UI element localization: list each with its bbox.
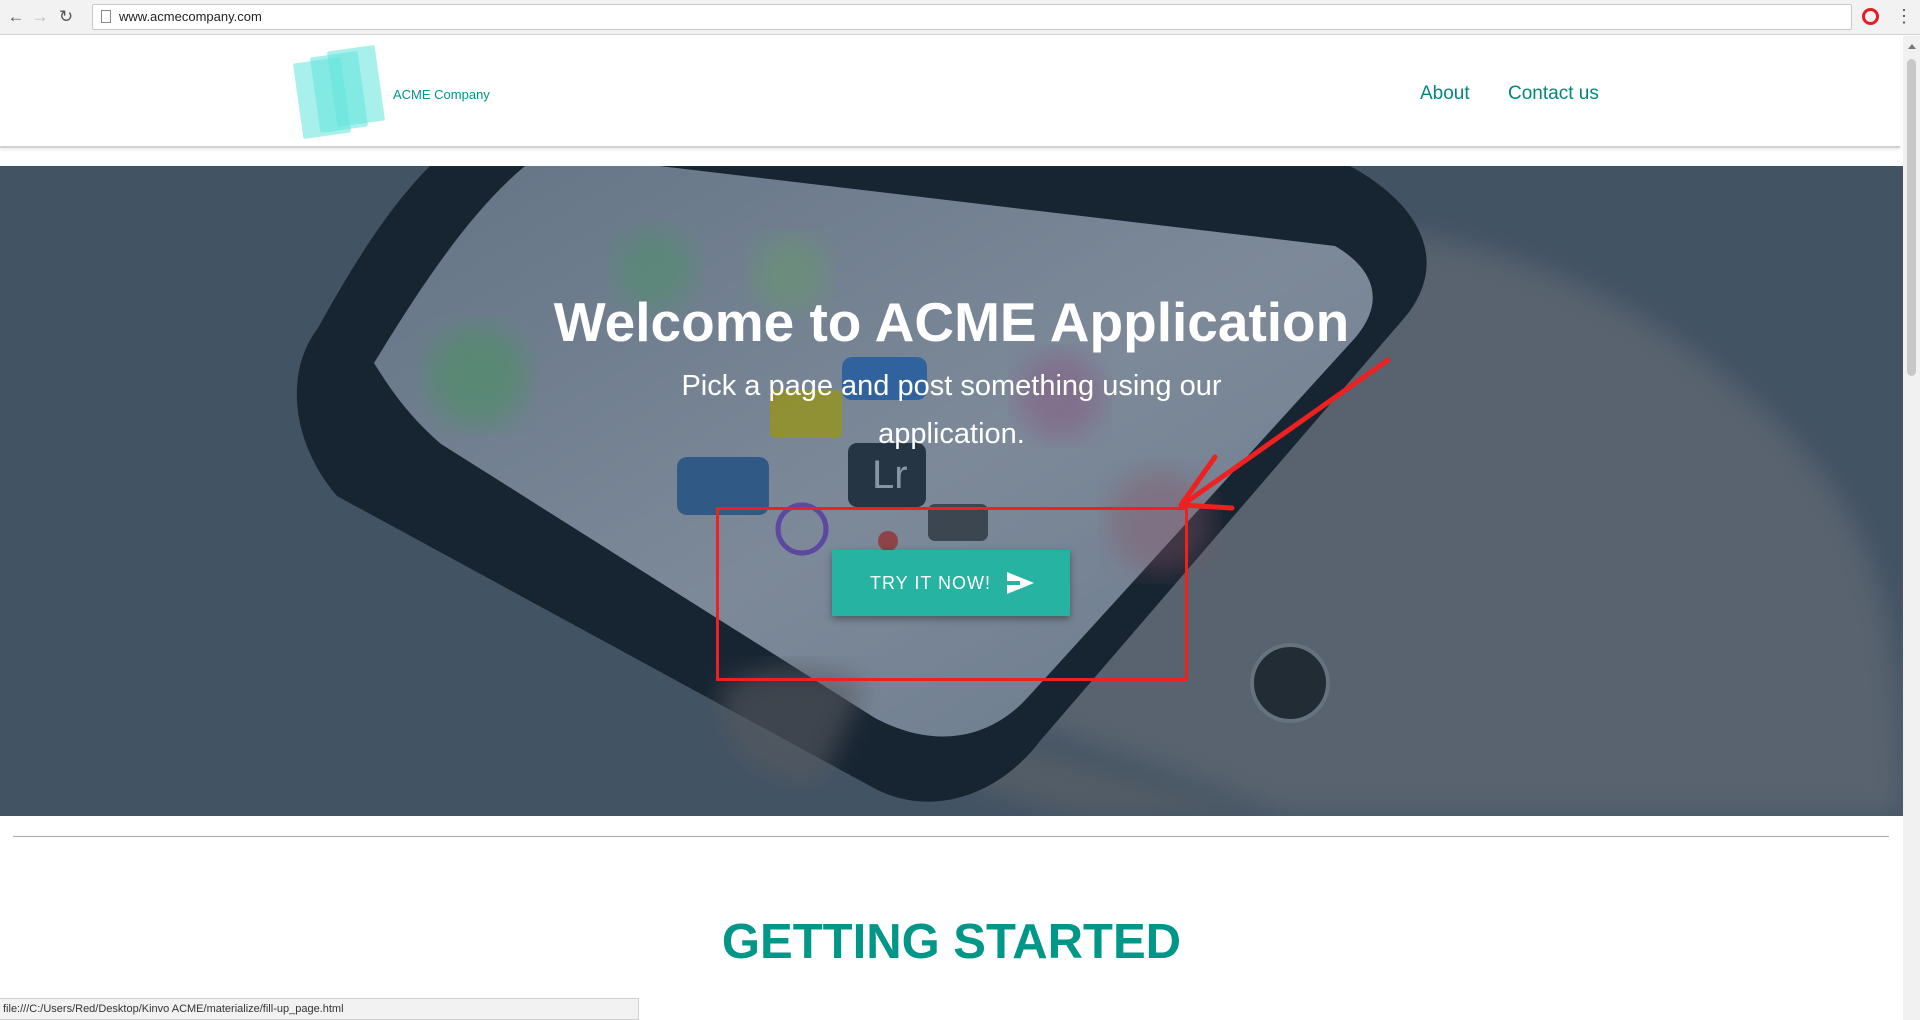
hero-subtitle: Pick a page and post something using our… [681, 370, 1222, 450]
annotation-highlight-box [716, 507, 1188, 681]
nav-link-about[interactable]: About [1420, 83, 1470, 105]
site-header: ACME Company About Contact us [0, 36, 1900, 148]
getting-started-heading: GETTING STARTED [721, 915, 1182, 969]
back-arrow-icon[interactable]: ← [5, 6, 27, 28]
acme-logo[interactable] [292, 45, 404, 140]
section-divider [13, 836, 1889, 837]
hero-title: Welcome to ACME Application [553, 291, 1350, 353]
annotation-arrow-icon [1178, 357, 1391, 511]
address-bar[interactable]: www.acmecompany.com [92, 4, 1852, 30]
browser-toolbar: ← → ↻ www.acmecompany.com ⋮ [0, 0, 1920, 35]
scroll-up-icon[interactable] [1908, 44, 1916, 49]
scroll-thumb[interactable] [1907, 59, 1916, 376]
link-status-bar: file:///C:/Users/Red/Desktop/Kinvo ACME/… [0, 998, 639, 1020]
opera-icon[interactable] [1862, 8, 1879, 25]
nav-link-contact[interactable]: Contact us [1508, 83, 1599, 105]
url-text[interactable]: www.acmecompany.com [119, 9, 262, 24]
logo-sheet [326, 45, 386, 127]
reload-icon[interactable]: ↻ [55, 6, 77, 28]
page-icon [101, 10, 111, 23]
phone-background-image: Lr [0, 166, 1903, 816]
more-vertical-icon[interactable]: ⋮ [1895, 6, 1913, 27]
forward-arrow-icon[interactable]: → [29, 6, 51, 28]
page-scrollbar[interactable] [1903, 36, 1920, 1020]
hero-section: Lr Welcome to ACME Application Pick a pa… [0, 166, 1903, 816]
brand-name[interactable]: ACME Company [393, 87, 490, 102]
